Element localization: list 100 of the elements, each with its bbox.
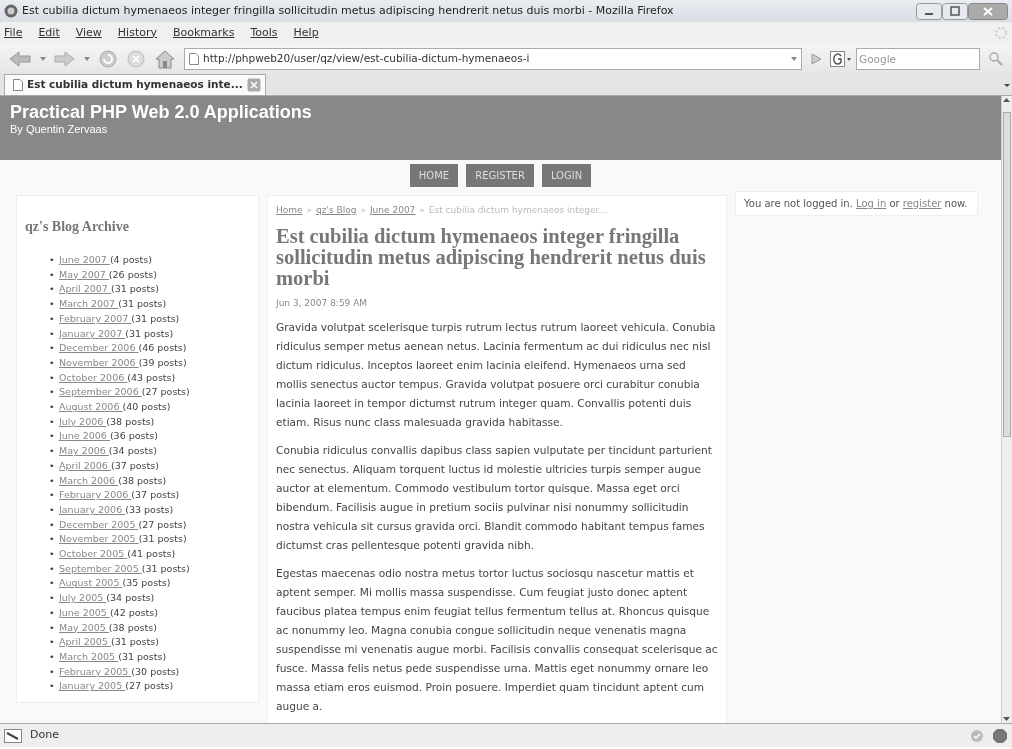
- list-bullet: •: [49, 297, 56, 312]
- scrollbar-thumb[interactable]: [1003, 112, 1011, 437]
- list-bullet: •: [49, 414, 56, 429]
- list-bullet: •: [49, 267, 56, 282]
- post-count: (27 posts): [141, 386, 190, 398]
- menu-item[interactable]: Tools: [250, 24, 278, 42]
- browser-tab[interactable]: Est cubilia dictum hymenaeos inte...: [4, 74, 266, 95]
- archive-link[interactable]: November 2005: [59, 533, 139, 545]
- status-text: Done: [30, 727, 60, 744]
- post-count: (40 posts): [122, 401, 171, 413]
- post-count: (31 posts): [138, 533, 187, 545]
- go-icon[interactable]: [810, 53, 822, 65]
- archive-link[interactable]: November 2006: [59, 356, 139, 368]
- nav-button[interactable]: HOME: [409, 164, 459, 187]
- post-count: (35 posts): [122, 577, 171, 589]
- post-count: (26 posts): [108, 268, 157, 280]
- list-bullet: •: [49, 385, 56, 400]
- login-link[interactable]: register: [902, 198, 942, 209]
- reload-icon[interactable]: [98, 49, 118, 69]
- post-count: (30 posts): [131, 665, 180, 677]
- list-bullet: •: [49, 517, 56, 532]
- post-count: (42 posts): [109, 606, 158, 618]
- dropdown-icon[interactable]: [791, 57, 797, 61]
- list-bullet: •: [49, 664, 56, 679]
- address-field[interactable]: http://phpweb20/user/qz/view/est-cubilia-dictum-hymenaeos-i: [184, 48, 802, 70]
- archive-link[interactable]: June 2006: [59, 430, 110, 442]
- archive-link[interactable]: September 2006: [59, 386, 142, 398]
- page-icon: [189, 53, 199, 65]
- list-bullet: •: [49, 591, 56, 606]
- dropdown-icon[interactable]: [40, 57, 46, 61]
- post-paragraph: Egestas maecenas odio nostra metus tortor luctus sociosqu nascetur mattis et aptent semper. Mi mollis massa suspendisse. Cum feugiat justo donec aptent faucibus platea tempus enim feugiat tellus fermentum tellus at. Rhoncus quisque ac nonummy leo. Magna conubia congue sollicitudin neque venenatis magna suspendisse mi venenatis augue morbi. Facilisis convallis consequat scelerisque ac fusce. Massa felis netus pede suspendisse urna. Mattis eget nonummy ornare leo massa etiam eros euismod. Proin posuere. Imperdiet quam tincidunt aptent cum augue a.: [276, 566, 718, 714]
- archive-link[interactable]: April 2005: [59, 636, 111, 648]
- menu-item[interactable]: View: [75, 24, 102, 42]
- menu-item[interactable]: Edit: [38, 24, 60, 42]
- adblock-icon[interactable]: [992, 727, 1008, 744]
- archive-link[interactable]: April 2006: [59, 459, 111, 471]
- maximize-icon[interactable]: [942, 2, 968, 20]
- menu-item[interactable]: Bookmarks: [173, 24, 235, 42]
- archive-link[interactable]: October 2006: [59, 371, 128, 383]
- archive-link[interactable]: May 2005: [59, 621, 109, 633]
- archive-link[interactable]: March 2006: [59, 474, 119, 486]
- menu-item[interactable]: Help: [293, 24, 319, 42]
- archive-link[interactable]: January 2005: [59, 680, 126, 692]
- breadcrumb-link[interactable]: Home: [276, 205, 303, 215]
- list-bullet: •: [49, 458, 56, 473]
- archive-title: qz's Blog Archive: [25, 218, 130, 236]
- archive-link[interactable]: December 2005: [59, 518, 139, 530]
- post-count: (39 posts): [138, 356, 187, 368]
- post-title: Est cubilia dictum hymenaeos integer fringilla sollicitudin metus adipiscing hendrerit netus duis morbi: [276, 225, 707, 289]
- archive-link[interactable]: May 2006: [59, 445, 109, 457]
- dropdown-icon[interactable]: [84, 57, 90, 61]
- archive-link[interactable]: March 2005: [59, 651, 119, 662]
- archive-link[interactable]: April 2007: [59, 283, 111, 295]
- list-bullet: •: [49, 605, 56, 620]
- breadcrumb-link[interactable]: June 2007: [369, 205, 416, 215]
- nav-button[interactable]: REGISTER: [466, 164, 534, 187]
- archive-link[interactable]: January 2007: [59, 327, 126, 339]
- archive-link[interactable]: January 2006: [59, 503, 126, 515]
- archive-link[interactable]: March 2007: [59, 298, 119, 310]
- menu-item[interactable]: File: [4, 24, 23, 42]
- search-field[interactable]: Google: [856, 48, 980, 70]
- nav-button[interactable]: LOGIN: [541, 164, 592, 187]
- archive-link[interactable]: July 2006: [59, 415, 107, 427]
- scrollbar[interactable]: [1001, 96, 1012, 723]
- search-icon[interactable]: [988, 51, 1004, 67]
- minimize-icon[interactable]: [916, 2, 942, 20]
- breadcrumb-link[interactable]: qz's Blog: [316, 205, 357, 215]
- post-count: (31 posts): [110, 283, 159, 295]
- archive-link[interactable]: February 2006: [59, 489, 132, 501]
- login-link[interactable]: Log in: [856, 198, 887, 209]
- post-count: (31 posts): [131, 312, 180, 324]
- list-bullet: •: [49, 650, 56, 664]
- site-subtitle: By Quentin Zervaas: [10, 123, 109, 135]
- archive-link[interactable]: August 2005: [59, 577, 123, 589]
- archive-link[interactable]: June 2005: [59, 606, 110, 618]
- archive-link[interactable]: June 2007: [59, 254, 110, 265]
- list-bullet: •: [49, 532, 56, 547]
- archive-link[interactable]: May 2007: [59, 268, 109, 280]
- archive-link[interactable]: February 2005: [59, 665, 132, 677]
- window-title: Est cubilia dictum hymenaeos integer fringilla sollicitudin metus adipiscing hendrerit netus duis morbi - Mozilla Firefox: [22, 2, 675, 19]
- search-engine-icon[interactable]: [830, 51, 852, 67]
- post-count: (27 posts): [125, 680, 174, 692]
- archive-link[interactable]: December 2006: [59, 342, 139, 354]
- archive-link[interactable]: February 2007: [59, 312, 132, 324]
- archive-link[interactable]: September 2005: [59, 562, 142, 574]
- list-bullet: •: [49, 488, 56, 503]
- menu-item[interactable]: History: [117, 24, 157, 42]
- home-icon[interactable]: [154, 49, 176, 69]
- tab-close-icon[interactable]: [246, 78, 261, 92]
- list-bullet: •: [49, 400, 56, 415]
- post-count: (31 posts): [118, 298, 167, 310]
- forward-icon[interactable]: [54, 49, 76, 69]
- archive-link[interactable]: October 2005: [59, 548, 128, 560]
- stop-icon[interactable]: [126, 49, 146, 69]
- archive-link[interactable]: August 2006: [59, 401, 123, 413]
- archive-link[interactable]: July 2005: [59, 592, 107, 604]
- back-icon[interactable]: [8, 49, 32, 69]
- list-bullet: •: [49, 326, 56, 341]
- status-icon: [4, 728, 22, 743]
- close-icon[interactable]: [968, 2, 1008, 20]
